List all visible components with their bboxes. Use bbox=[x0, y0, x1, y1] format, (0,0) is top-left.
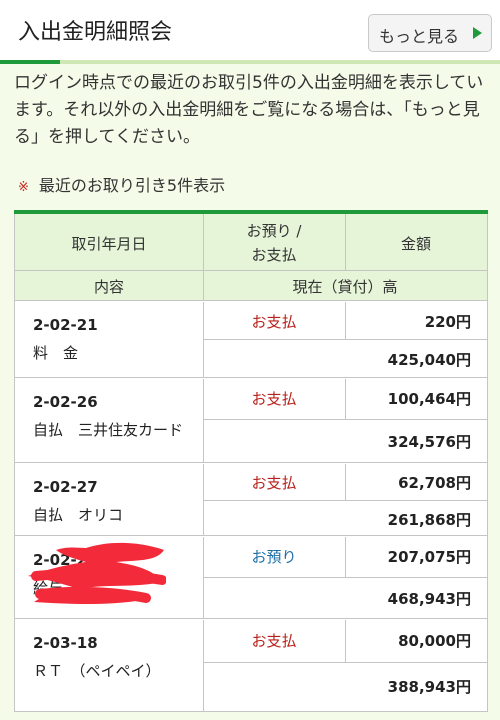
row-divider bbox=[345, 537, 346, 577]
play-arrow-icon bbox=[473, 27, 482, 39]
row-inner-divider bbox=[203, 419, 487, 420]
row-date: 2-02-21 bbox=[33, 316, 98, 334]
row-amount: 207,075円 bbox=[387, 548, 471, 566]
row-inner-divider bbox=[203, 339, 487, 340]
row-desc: 料 金 bbox=[33, 344, 79, 362]
row-balance: 324,576円 bbox=[387, 433, 471, 451]
row-type: お預り bbox=[251, 548, 297, 566]
page-title: 入出金明細照会 bbox=[18, 20, 173, 45]
header-amount: 金額 bbox=[400, 235, 431, 253]
row-date: 2-02-27 bbox=[33, 478, 98, 496]
row-amount: 220円 bbox=[424, 313, 471, 331]
note-mark: ※ bbox=[18, 180, 29, 195]
row-balance: 468,943円 bbox=[387, 590, 471, 608]
row-desc: 自払 三井住友カード bbox=[33, 421, 184, 439]
row-type: お支払 bbox=[251, 390, 297, 408]
row-balance: 388,943円 bbox=[387, 678, 471, 696]
note-text: 最近のお取り引き5件表示 bbox=[38, 176, 226, 195]
row-inner-divider bbox=[203, 662, 487, 663]
row-divider bbox=[345, 620, 346, 662]
row-divider bbox=[345, 302, 346, 339]
row-divider bbox=[345, 464, 346, 500]
header-date: 取引年月日 bbox=[71, 235, 147, 253]
table-header-row-1: 取引年月日 お預り / お支払 金額 bbox=[15, 214, 487, 271]
redaction-scribble bbox=[28, 542, 166, 604]
table-row: 2-03-18 ＲＴ （ペイペイ） お支払 80,000円 388,943円 bbox=[15, 620, 487, 712]
header-divider-2 bbox=[345, 214, 346, 271]
row-date: 2-02-26 bbox=[33, 393, 98, 411]
table-row: 2-02-21 料 金 お支払 220円 425,040円 bbox=[15, 302, 487, 378]
transaction-table: 取引年月日 お預り / お支払 金額 内容 現在（貸付）高 2-02-21 料 … bbox=[14, 210, 488, 712]
row-divider bbox=[345, 379, 346, 419]
row-balance: 261,868円 bbox=[387, 511, 471, 529]
header-divider-3 bbox=[203, 271, 204, 301]
more-button[interactable]: もっと見る bbox=[368, 14, 492, 52]
row-inner-divider bbox=[203, 500, 487, 501]
header-content: 内容 bbox=[93, 278, 124, 296]
intro-text: ログイン時点での最近のお取引5件の入出金明細を表示しています。それ以外の入出金明… bbox=[14, 73, 484, 147]
row-date: 2-03-18 bbox=[33, 634, 98, 652]
table-header-row-2: 内容 現在（貸付）高 bbox=[15, 271, 487, 301]
row-amount: 100,464円 bbox=[387, 390, 471, 408]
page-header: 入出金明細照会 もっと見る bbox=[0, 0, 500, 64]
row-type: お支払 bbox=[251, 474, 297, 492]
header-divider-1 bbox=[203, 214, 204, 271]
table-row: 2-02-26 自払 三井住友カード お支払 100,464円 324,576円 bbox=[15, 379, 487, 463]
header-type-line2: お支払 bbox=[251, 246, 297, 264]
row-desc: 自払 オリコ bbox=[33, 506, 124, 524]
row-amount: 80,000円 bbox=[398, 632, 471, 650]
recent-note: ※ 最近のお取り引き5件表示 bbox=[18, 172, 225, 196]
row-balance: 425,040円 bbox=[387, 351, 471, 369]
header-type-line1: お預り / bbox=[246, 222, 302, 240]
header-divider bbox=[0, 60, 500, 64]
row-type: お支払 bbox=[251, 632, 297, 650]
table-row: 2-02-27 自払 オリコ お支払 62,708円 261,868円 bbox=[15, 464, 487, 536]
more-button-label: もっと見る bbox=[379, 27, 460, 46]
row-type: お支払 bbox=[251, 313, 297, 331]
row-amount: 62,708円 bbox=[398, 474, 471, 492]
header-balance: 現在（貸付）高 bbox=[292, 278, 398, 296]
row-inner-divider bbox=[203, 577, 487, 578]
row-desc: ＲＴ （ペイペイ） bbox=[33, 662, 161, 680]
